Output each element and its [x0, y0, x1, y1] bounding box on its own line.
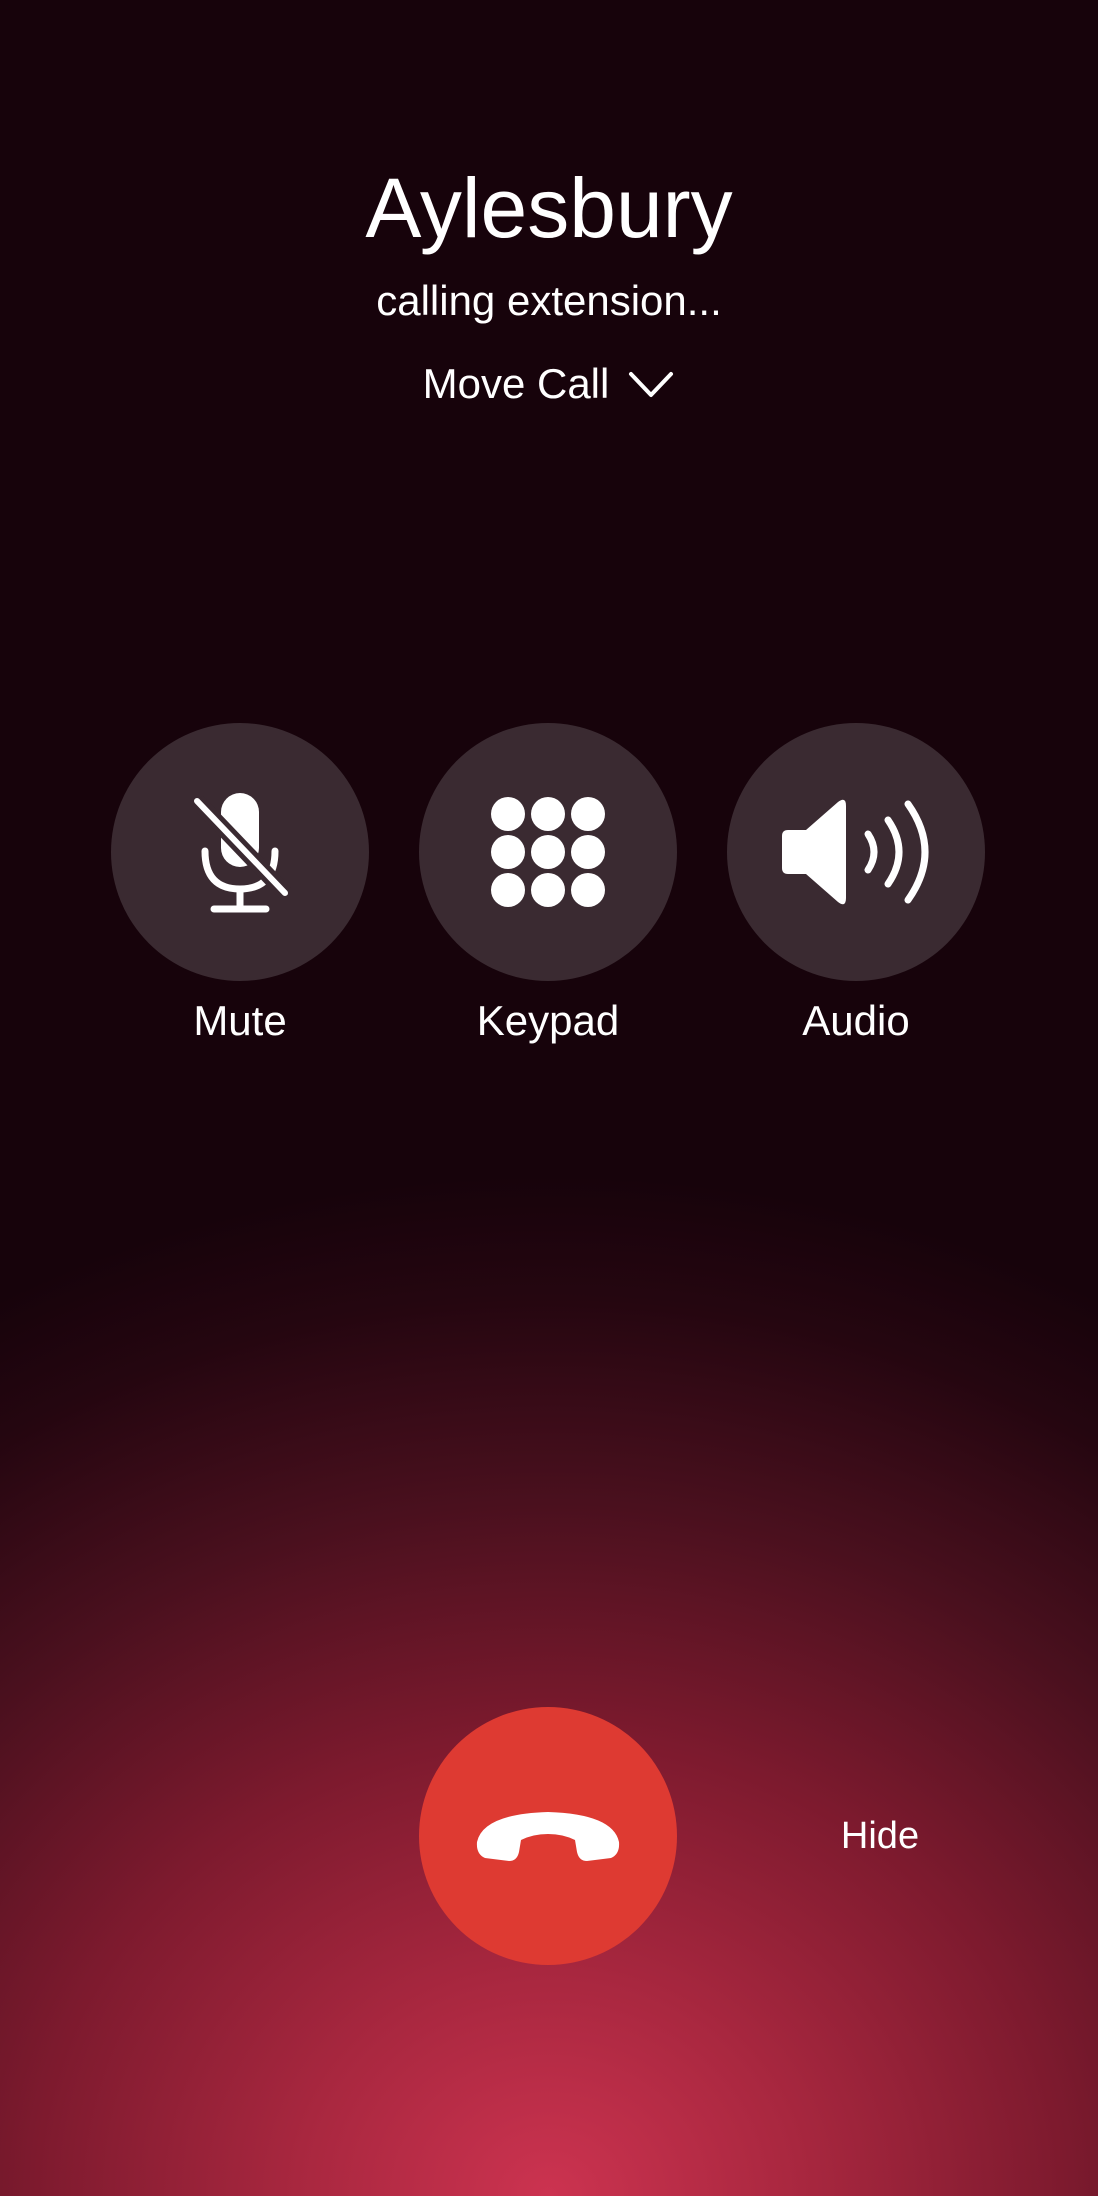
- caller-name: Aylesbury: [365, 161, 733, 255]
- move-call-button[interactable]: Move Call: [0, 356, 1098, 412]
- move-call-label: Move Call: [422, 360, 610, 407]
- keypad-icon: [491, 797, 605, 907]
- mute-label: Mute: [193, 997, 287, 1044]
- mute-control: Mute: [111, 723, 369, 1049]
- call-status: calling extension...: [376, 277, 722, 324]
- mute-button[interactable]: [111, 723, 369, 981]
- audio-label: Audio: [802, 997, 910, 1044]
- keypad-button[interactable]: [419, 723, 677, 981]
- keypad-control: Keypad: [419, 723, 677, 1049]
- audio-control: Audio: [727, 723, 985, 1049]
- keypad-label: Keypad: [476, 997, 620, 1044]
- mic-slash-icon: [191, 793, 291, 913]
- hide-button[interactable]: Hide: [810, 1810, 950, 1862]
- end-call-button[interactable]: [419, 1707, 677, 1965]
- audio-button[interactable]: [727, 723, 985, 981]
- chevron-down-icon: [629, 372, 674, 397]
- phone-hangup-icon: [476, 1812, 620, 1861]
- speaker-wave-icon: [782, 799, 929, 905]
